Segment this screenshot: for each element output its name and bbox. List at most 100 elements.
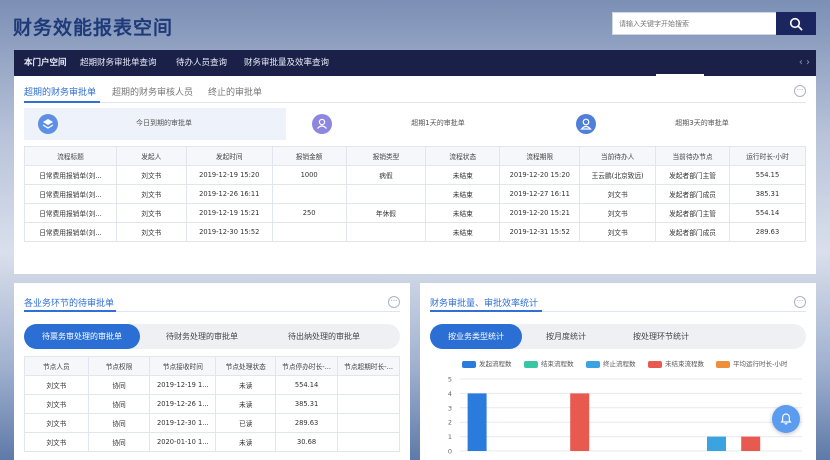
column-header[interactable]: 报销类型: [345, 146, 427, 166]
legend-label: 平均运行时长-小时: [733, 360, 788, 368]
legend-swatch: [648, 360, 662, 368]
more-icon[interactable]: ···: [794, 85, 806, 97]
table-cell: 刘文书: [24, 375, 89, 395]
legend-item[interactable]: 未结束流程数: [648, 358, 704, 368]
legend-item[interactable]: 发起流程数: [462, 358, 512, 368]
column-header[interactable]: 当前待办节点: [655, 146, 731, 166]
column-header[interactable]: 流程期限: [499, 146, 581, 166]
bar[interactable]: [707, 436, 726, 451]
pending-table: 节点人员 节点权限 节点接收时间 节点处理状态 节点停办时长-... 节点超期时…: [24, 356, 400, 452]
column-header[interactable]: 节点处理状态: [215, 356, 277, 376]
tab-by-stage[interactable]: 按处理环节统计: [606, 324, 716, 349]
column-header[interactable]: 节点权限: [87, 356, 151, 376]
table-cell: 刘文书: [24, 413, 89, 433]
main-nav: 本门户空间 超期财务审批单查询 待办人员查询 财务审批量及效率查询 ‹ ›: [14, 50, 816, 76]
tab-cashier-review[interactable]: 待出纳处理的审批单: [264, 324, 384, 349]
notification-button[interactable]: [772, 405, 800, 433]
table-cell[interactable]: 日常费用报销单(刘...: [24, 203, 117, 223]
user-group-icon: [312, 114, 332, 134]
column-header[interactable]: 运行时长-小时: [729, 146, 806, 166]
tab-by-month[interactable]: 按月度统计: [526, 324, 606, 349]
table-row[interactable]: 日常费用报销单(刘... 刘文书 2019-12-19 15:20 1000 病假 未结束…: [24, 165, 806, 185]
nav-scroll-arrows[interactable]: ‹ ›: [799, 50, 810, 76]
card-overdue-1day[interactable]: 超期1天的审批单: [298, 108, 548, 140]
y-tick-label: 1: [448, 433, 452, 441]
table-row[interactable]: 刘文书 协同 2019-12-26 1... 未读 385.31: [24, 394, 400, 414]
tab-by-business-type[interactable]: 按业务类型统计: [430, 324, 522, 349]
legend-label: 结束流程数: [541, 360, 574, 368]
table-cell: 289.63: [275, 413, 339, 433]
table-cell: 554.14: [729, 203, 806, 223]
column-header[interactable]: 节点超期时长-...: [337, 356, 400, 376]
column-header[interactable]: 流程标题: [24, 146, 117, 166]
tab-terminated-forms[interactable]: 终止的审批单: [208, 85, 262, 98]
table-cell[interactable]: 日常费用报销单(刘...: [24, 184, 117, 204]
table-cell[interactable]: 日常费用报销单(刘...: [24, 222, 117, 242]
table-row[interactable]: 刘文书 协同 2019-12-30 1... 已读 289.63: [24, 413, 400, 433]
table-cell[interactable]: 日常费用报销单(刘...: [24, 165, 117, 185]
tab-overdue-forms[interactable]: 超期的财务审批单: [24, 85, 96, 98]
card-overdue-3days[interactable]: 超期3天的审批单: [562, 108, 806, 140]
approval-bar-chart: 0 1 2 3 4 5: [448, 376, 802, 456]
tab-overdue-reviewers[interactable]: 超期的财务审核人员: [112, 85, 193, 98]
legend-swatch: [524, 360, 538, 368]
table-cell: 刘文书: [24, 394, 89, 414]
table-row[interactable]: 日常费用报销单(刘... 刘文书 2019-12-26 16:11 未结束 2019-1…: [24, 184, 806, 204]
table-cell: 30.68: [275, 432, 339, 452]
nav-item-efficiency-query[interactable]: 财务审批量及效率查询: [244, 50, 329, 76]
column-header[interactable]: 发起人: [115, 146, 187, 166]
search-icon: [789, 17, 803, 30]
pending-approvals-panel: 各业务环节的待审批单 ··· 待票务审处理的审批单 待财务处理的审批单 待出纳处…: [14, 283, 410, 460]
table-cell: 发起者部门成员: [655, 222, 731, 242]
table-cell: 2019-12-19 15:20: [185, 165, 273, 185]
section-underline: [24, 310, 116, 312]
table-cell: 554.15: [729, 165, 806, 185]
y-tick-label: 4: [448, 390, 452, 398]
search-input[interactable]: [613, 13, 773, 34]
nav-item-overdue-query[interactable]: 超期财务审批单查询: [80, 50, 157, 76]
table-row[interactable]: 刘文书 协同 2019-12-19 1... 未读 554.14: [24, 375, 400, 395]
tab-finance-review[interactable]: 待财务处理的审批单: [142, 324, 262, 349]
column-header[interactable]: 流程状态: [425, 146, 501, 166]
bar[interactable]: [570, 393, 590, 451]
table-cell: 2019-12-30 15:52: [185, 222, 273, 242]
legend-item[interactable]: 终止流程数: [586, 358, 636, 368]
nav-item-pending-query[interactable]: 待办人员查询: [176, 50, 227, 76]
nav-item-portal[interactable]: 本门户空间: [24, 50, 67, 76]
card-label: 超期1天的审批单: [411, 119, 465, 127]
more-icon[interactable]: ···: [794, 296, 806, 308]
table-cell: 协同: [87, 432, 151, 452]
legend-item[interactable]: 结束流程数: [524, 358, 574, 368]
overdue-table: 流程标题 发起人 发起时间 报销金额 报销类型 流程状态 流程期限 当前待办人 …: [24, 146, 806, 242]
legend-item[interactable]: 平均运行时长-小时: [716, 358, 787, 368]
card-due-today[interactable]: 今日到期的审批单: [24, 108, 286, 140]
more-icon[interactable]: ···: [388, 296, 400, 308]
table-header-row: 节点人员 节点权限 节点接收时间 节点处理状态 节点停办时长-... 节点超期时…: [24, 356, 400, 376]
column-header[interactable]: 节点人员: [24, 356, 89, 376]
table-cell: 病假: [345, 165, 427, 185]
search-button[interactable]: [776, 12, 816, 35]
table-row[interactable]: 日常费用报销单(刘... 刘文书 2019-12-19 15:21 250 年休假 未结束…: [24, 203, 806, 223]
section-underline: [430, 310, 542, 312]
overdue-panel: 超期的财务审批单 超期的财务审核人员 终止的审批单 ··· 今日到期的审批单 超…: [14, 76, 816, 274]
column-header[interactable]: 节点接收时间: [149, 356, 217, 376]
table-cell: 2019-12-30 1...: [149, 413, 217, 433]
column-header[interactable]: 当前待办人: [579, 146, 657, 166]
table-cell: 未结束: [425, 184, 501, 204]
y-tick-label: 2: [448, 419, 452, 427]
table-cell: 未读: [215, 394, 277, 414]
table-cell: 2019-12-20 15:21: [499, 203, 581, 223]
table-cell: [337, 413, 400, 433]
table-row[interactable]: 日常费用报销单(刘... 刘文书 2019-12-30 15:52 未结束 2019-1…: [24, 222, 806, 242]
legend-swatch: [462, 360, 476, 368]
column-header[interactable]: 发起时间: [185, 146, 273, 166]
bar[interactable]: [741, 436, 761, 451]
summary-cards: 今日到期的审批单 超期1天的审批单 超期3天的审批单: [24, 108, 806, 140]
tab-ticket-review[interactable]: 待票务审处理的审批单: [24, 324, 140, 349]
table-cell: 刘文书: [24, 432, 89, 452]
table-row[interactable]: 刘文书 协同 2020-01-10 1... 未读 30.68: [24, 432, 400, 452]
bell-icon: [780, 413, 792, 425]
bar[interactable]: [467, 393, 487, 451]
column-header[interactable]: 报销金额: [271, 146, 347, 166]
column-header[interactable]: 节点停办时长-...: [275, 356, 339, 376]
